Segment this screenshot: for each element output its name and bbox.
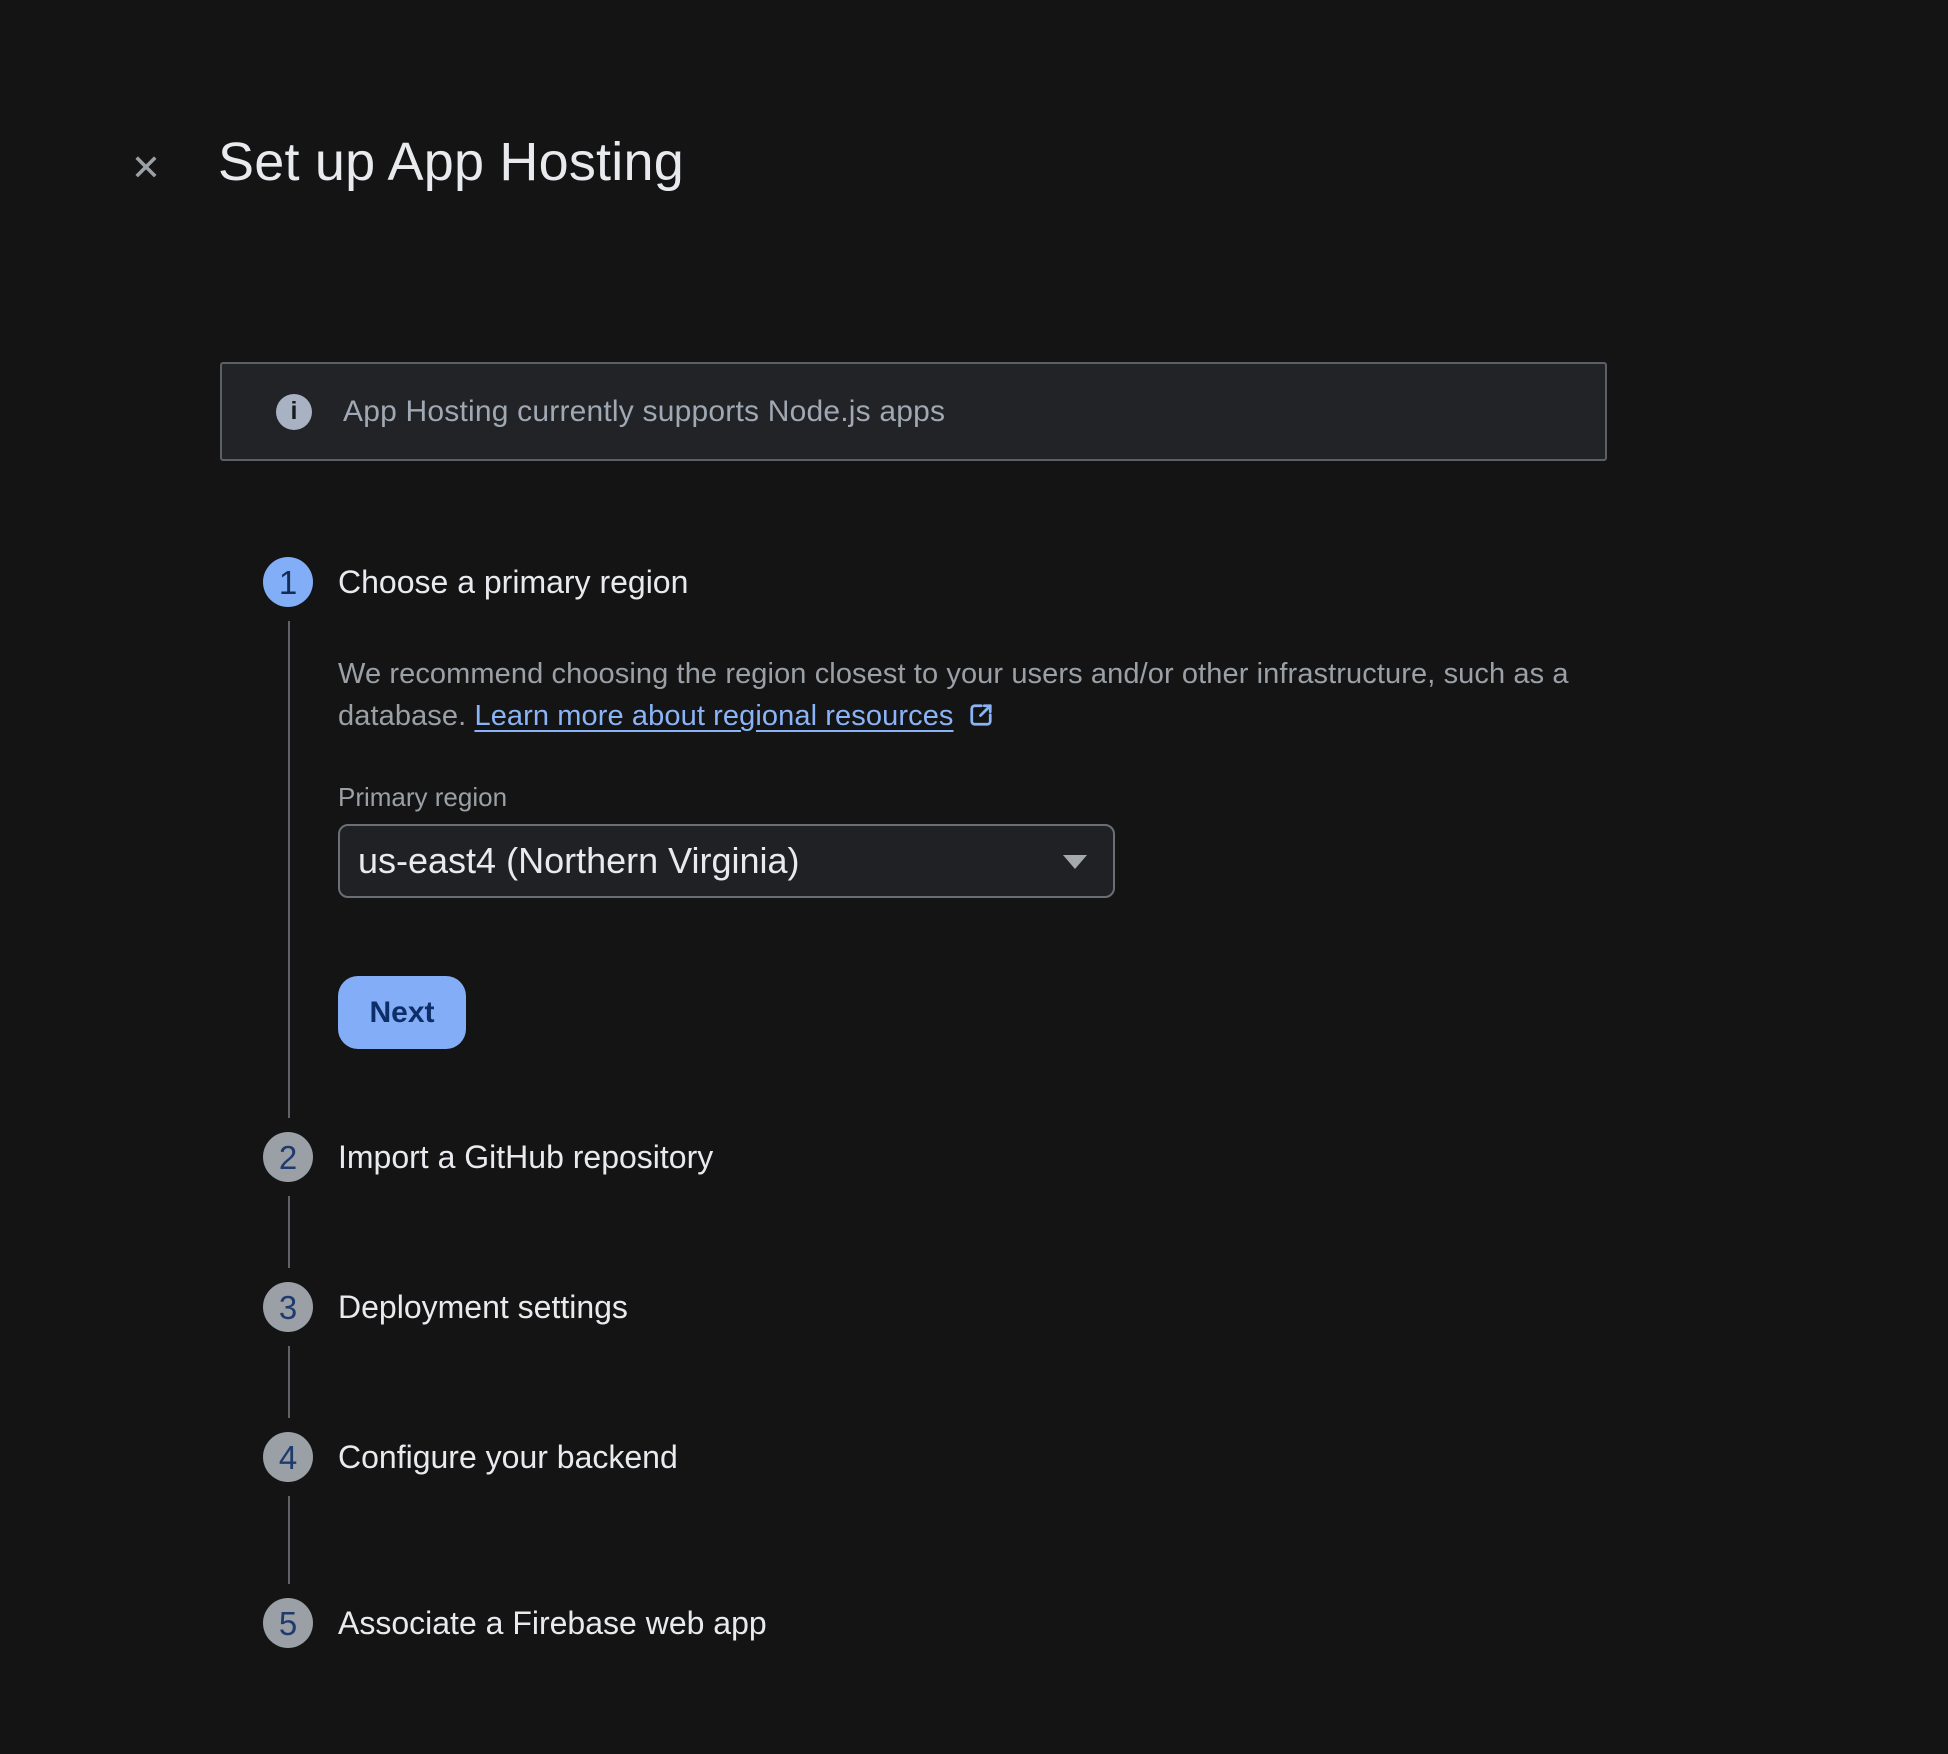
close-icon[interactable]: ✕ [120,142,172,194]
step-label: Associate a Firebase web app [338,1605,767,1642]
step1-content: We recommend choosing the region closest… [288,621,1948,1118]
page-title: Set up App Hosting [218,131,684,193]
step-header-import-repo: 2 Import a GitHub repository [0,1132,1948,1182]
step-label: Configure your backend [338,1439,678,1476]
step-number-badge: 2 [263,1132,313,1182]
setup-app-hosting-dialog: ✕ Set up App Hosting i App Hosting curre… [0,0,1948,1754]
step-connector-line [288,1496,290,1584]
learn-more-link-label: Learn more about regional resources [474,700,953,732]
step-number-badge: 1 [263,557,313,607]
primary-region-select[interactable]: us-east4 (Northern Virginia) [338,824,1115,898]
learn-more-link[interactable]: Learn more about regional resources [474,700,995,732]
step-connector-line [288,1196,290,1268]
step-number-badge: 3 [263,1282,313,1332]
step-label: Choose a primary region [338,564,688,601]
region-description: We recommend choosing the region closest… [338,653,1588,742]
primary-region-selected-value: us-east4 (Northern Virginia) [358,840,800,882]
step-number-badge: 5 [263,1598,313,1648]
setup-stepper: 1 Choose a primary region We recommend c… [0,557,1948,1648]
step-label: Deployment settings [338,1289,628,1326]
step-label: Import a GitHub repository [338,1139,713,1176]
dropdown-arrow-icon [1063,855,1087,869]
info-banner: i App Hosting currently supports Node.js… [220,362,1607,461]
info-banner-text: App Hosting currently supports Node.js a… [343,395,945,429]
info-icon: i [276,394,312,430]
step-header-associate-web-app: 5 Associate a Firebase web app [0,1598,1948,1648]
next-button[interactable]: Next [338,976,466,1049]
step-number-badge: 4 [263,1432,313,1482]
step-header-choose-region: 1 Choose a primary region [0,557,1948,607]
external-link-icon [966,700,996,742]
step-header-configure-backend: 4 Configure your backend [0,1432,1948,1482]
step-header-deployment-settings: 3 Deployment settings [0,1282,1948,1332]
primary-region-label: Primary region [338,782,1948,812]
step-connector-line [288,1346,290,1418]
